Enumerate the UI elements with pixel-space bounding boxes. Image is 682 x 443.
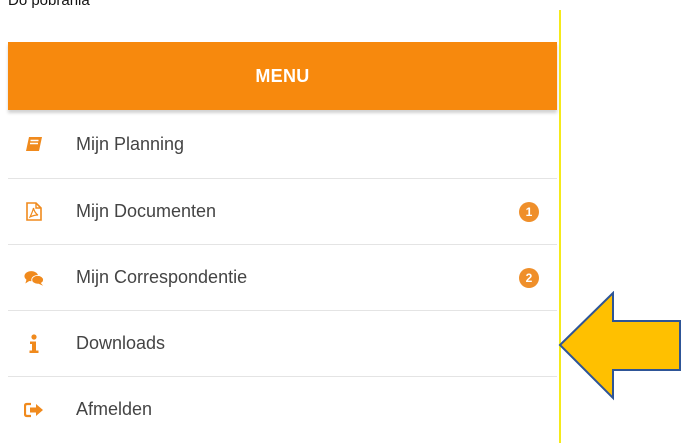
menu-item-mijn-planning[interactable]: Mijn Planning (8, 110, 557, 179)
menu-item-label: Mijn Planning (76, 133, 185, 154)
menu-item-mijn-documenten[interactable]: Mijn Documenten 1 (8, 179, 557, 245)
notification-badge: 1 (519, 201, 539, 222)
sign-out-icon (24, 400, 44, 420)
menu-list: Mijn Planning Mijn Documenten 1 Mijn Cor… (8, 110, 557, 442)
side-menu: MENU Mijn Planning Mijn Documenten 1 Mij… (8, 42, 557, 443)
callout-arrow (557, 290, 682, 401)
book-icon (24, 134, 44, 154)
menu-item-label: Mijn Correspondentie (76, 267, 248, 287)
menu-item-afmelden[interactable]: Afmelden (8, 377, 557, 442)
menu-item-mijn-correspondentie[interactable]: Mijn Correspondentie 2 (8, 245, 557, 311)
chat-bubbles-icon (24, 268, 44, 288)
notification-badge: 2 (519, 267, 539, 288)
menu-header: MENU (8, 42, 557, 110)
info-icon (24, 333, 44, 354)
page-caption: Do pobrania (8, 0, 90, 9)
menu-item-label: Afmelden (76, 399, 153, 419)
menu-title: MENU (255, 65, 310, 86)
menu-item-label: Mijn Documenten (76, 201, 217, 221)
menu-item-downloads[interactable]: Downloads (8, 311, 557, 377)
pdf-file-icon (24, 202, 44, 222)
menu-item-label: Downloads (76, 333, 166, 353)
